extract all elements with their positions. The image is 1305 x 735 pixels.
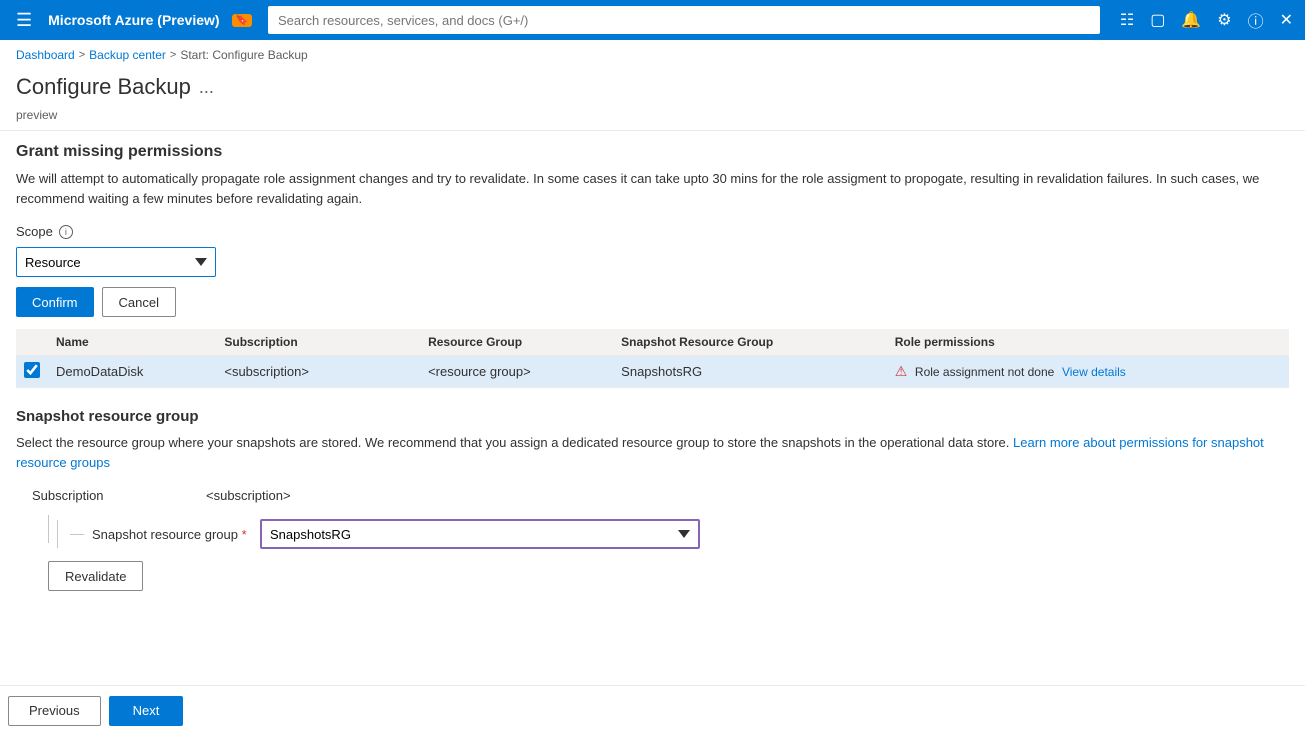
next-button[interactable]: Next bbox=[109, 696, 184, 726]
tree-vert bbox=[57, 520, 58, 548]
required-star: * bbox=[242, 527, 247, 542]
snapshot-rg-select[interactable]: SnapshotsRG DefaultResourceGroup Another… bbox=[260, 519, 700, 549]
row-role-status: ⚠ Role assignment not done View details bbox=[887, 356, 1289, 388]
topbar: ☰ Microsoft Azure (Preview) 🔖 ☷ ▢ 🔔 ⚙ ⓘ … bbox=[0, 0, 1305, 40]
error-icon: ⚠ bbox=[895, 363, 908, 379]
scope-label: Scope bbox=[16, 224, 53, 239]
title-divider bbox=[0, 130, 1305, 131]
col-checkbox bbox=[16, 329, 48, 356]
settings-icon[interactable]: ⚙ bbox=[1213, 6, 1235, 34]
tree-lines bbox=[32, 515, 49, 543]
confirm-button[interactable]: Confirm bbox=[16, 287, 94, 317]
subscription-label: Subscription bbox=[32, 488, 202, 503]
row-snapshot-rg: SnapshotsRG bbox=[613, 356, 887, 388]
grant-description: We will attempt to automatically propaga… bbox=[16, 169, 1289, 208]
portal-icon[interactable]: ☷ bbox=[1116, 6, 1138, 34]
col-role-permissions: Role permissions bbox=[887, 329, 1289, 356]
row-resource-group: <resource group> bbox=[420, 356, 613, 388]
row-checkbox-cell[interactable] bbox=[16, 356, 48, 388]
subscription-row: Subscription <subscription> bbox=[32, 488, 1289, 503]
snapshot-desc: Select the resource group where your sna… bbox=[16, 433, 1289, 472]
hamburger-icon[interactable]: ☰ bbox=[8, 6, 40, 35]
snapshot-desc-text: Select the resource group where your sna… bbox=[16, 435, 1013, 450]
app-title: Microsoft Azure (Preview) bbox=[48, 12, 219, 28]
tree-line-v2 bbox=[48, 529, 49, 543]
cloud-shell-icon[interactable]: ▢ bbox=[1146, 6, 1169, 34]
view-details-link[interactable]: View details bbox=[1062, 365, 1126, 379]
breadcrumb-backup-center[interactable]: Backup center bbox=[89, 48, 166, 62]
scope-select[interactable]: Resource Subscription Resource Group bbox=[16, 247, 216, 277]
previous-button[interactable]: Previous bbox=[8, 696, 101, 726]
col-subscription: Subscription bbox=[216, 329, 380, 356]
page-subtitle: preview bbox=[0, 108, 1305, 130]
page-menu-icon[interactable]: ... bbox=[199, 77, 214, 98]
tree-line-v bbox=[48, 515, 49, 529]
permissions-table: Name Subscription Resource Group Snapsho… bbox=[16, 329, 1289, 388]
rg-label: Snapshot resource group * bbox=[92, 527, 252, 542]
sub-form-area: Subscription <subscription> bbox=[16, 488, 1289, 591]
col-snapshot-rg: Snapshot Resource Group bbox=[613, 329, 887, 356]
help-icon[interactable]: ⓘ bbox=[1244, 4, 1268, 36]
tree-horiz bbox=[70, 534, 84, 535]
user-icon[interactable]: ✕ bbox=[1276, 6, 1297, 34]
rg-label-select: Snapshot resource group * SnapshotsRG De… bbox=[57, 515, 700, 549]
main-content: Grant missing permissions We will attemp… bbox=[0, 143, 1305, 591]
scope-row: Scope i bbox=[16, 224, 1289, 239]
notification-icon[interactable]: 🔔 bbox=[1177, 6, 1205, 34]
cancel-button[interactable]: Cancel bbox=[102, 287, 176, 317]
row-name: DemoDataDisk bbox=[48, 356, 216, 388]
preview-badge: 🔖 bbox=[232, 14, 252, 27]
rg-row: Snapshot resource group * SnapshotsRG De… bbox=[32, 515, 1289, 549]
breadcrumb-sep-2: > bbox=[170, 49, 176, 61]
role-status-text: Role assignment not done bbox=[915, 365, 1054, 379]
grant-section-title: Grant missing permissions bbox=[16, 143, 1289, 161]
revalidate-button[interactable]: Revalidate bbox=[48, 561, 143, 591]
topbar-icons: ☷ ▢ 🔔 ⚙ ⓘ ✕ bbox=[1116, 4, 1297, 36]
search-input[interactable] bbox=[268, 6, 1100, 34]
col-name: Name bbox=[48, 329, 216, 356]
breadcrumb: Dashboard > Backup center > Start: Confi… bbox=[0, 40, 1305, 70]
bottom-nav: Previous Next bbox=[0, 685, 1305, 735]
scope-info-icon[interactable]: i bbox=[59, 225, 73, 239]
row-col3 bbox=[380, 356, 420, 388]
breadcrumb-dashboard[interactable]: Dashboard bbox=[16, 48, 75, 62]
row-subscription: <subscription> bbox=[216, 356, 380, 388]
page-title: Configure Backup bbox=[16, 74, 191, 100]
table-container: Name Subscription Resource Group Snapsho… bbox=[16, 329, 1289, 388]
tree-corner bbox=[48, 529, 49, 543]
revalidate-row: Revalidate bbox=[48, 561, 1289, 591]
breadcrumb-current: Start: Configure Backup bbox=[180, 48, 307, 62]
col-resource-group: Resource Group bbox=[420, 329, 613, 356]
confirm-cancel-row: Confirm Cancel bbox=[16, 287, 1289, 317]
snapshot-section-title: Snapshot resource group bbox=[16, 408, 1289, 425]
snapshot-section: Snapshot resource group Select the resou… bbox=[16, 408, 1289, 591]
page-title-area: Configure Backup ... bbox=[0, 70, 1305, 108]
col-empty bbox=[380, 329, 420, 356]
table-row: DemoDataDisk <subscription> <resource gr… bbox=[16, 356, 1289, 388]
row-checkbox[interactable] bbox=[24, 362, 40, 378]
subscription-value: <subscription> bbox=[206, 488, 291, 503]
breadcrumb-sep-1: > bbox=[79, 49, 85, 61]
